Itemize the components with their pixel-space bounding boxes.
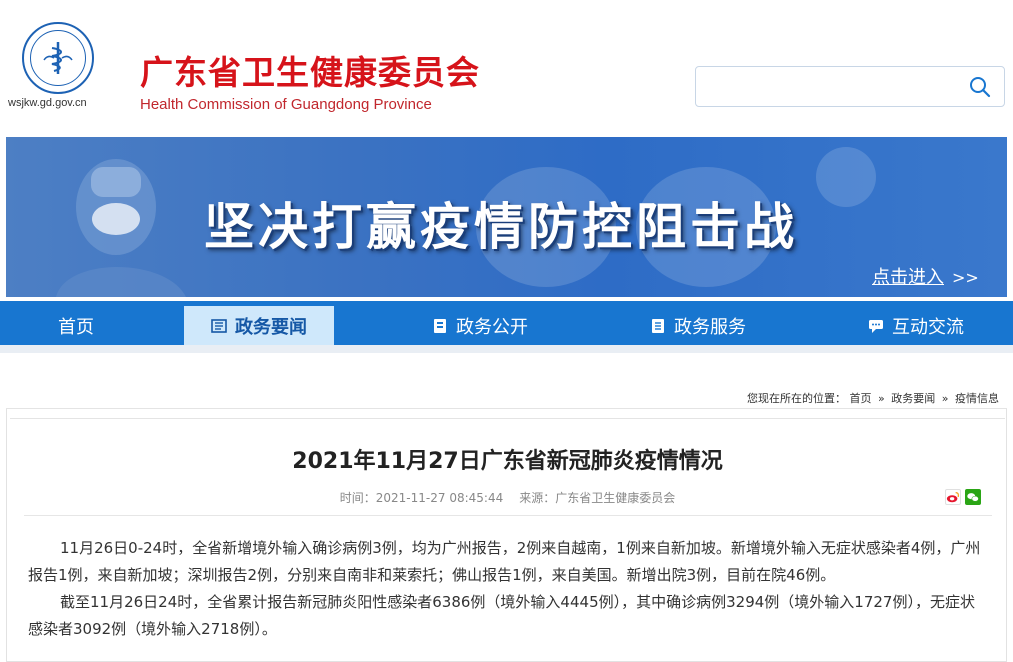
site-subtitle: Health Commission of Guangdong Province xyxy=(140,96,432,113)
nav-item-label: 互动交流 xyxy=(892,316,964,338)
search-icon[interactable] xyxy=(968,75,992,99)
wechat-icon[interactable] xyxy=(965,489,981,505)
time-value: 2021-11-27 08:45:44 xyxy=(375,491,504,505)
main-nav: 首页 政务要闻 政务公开 政务服务 互动交流 xyxy=(0,301,1013,345)
search-input[interactable] xyxy=(696,67,956,106)
medical-worker-illustration xyxy=(56,159,186,297)
breadcrumb-home[interactable]: 首页 xyxy=(850,392,872,405)
breadcrumb: 您现在所在的位置： 首页 » 政务要闻 » 疫情信息 xyxy=(747,390,999,406)
commission-logo[interactable] xyxy=(22,22,94,94)
site-header: wsjkw.gd.gov.cn 广东省卫生健康委员会 Health Commis… xyxy=(0,0,1013,130)
nav-item-interaction[interactable]: 互动交流 xyxy=(846,306,986,345)
epidemic-banner[interactable]: 坚决打赢疫情防控阻击战 点击进入 >> xyxy=(6,137,1007,297)
share-buttons xyxy=(945,489,981,505)
breadcrumb-bar: 您现在所在的位置： 首页 » 政务要闻 » 疫情信息 xyxy=(6,357,1007,409)
meta-divider xyxy=(24,515,992,516)
breadcrumb-separator: » xyxy=(878,392,885,405)
nav-item-label: 政务公开 xyxy=(456,316,528,338)
logo-inner-ring xyxy=(30,30,86,86)
article: 2021年11月27日广东省新冠肺炎疫情情况 时间：2021-11-27 08:… xyxy=(10,418,1005,662)
nav-item-label: 首页 xyxy=(58,316,94,338)
book-icon xyxy=(434,318,446,333)
nav-item-home[interactable]: 首页 xyxy=(0,306,152,345)
site-title[interactable]: 广东省卫生健康委员会 xyxy=(140,46,480,94)
double-chevron-right-icon: >> xyxy=(952,268,979,287)
banner-slogan: 坚决打赢疫情防控阻击战 xyxy=(204,198,798,256)
article-paragraph: 11月26日0-24时，全省新增境外输入确诊病例3例，均为广州报告，2例来自越南… xyxy=(28,539,981,584)
article-paragraph: 截至11月26日24时，全省累计报告新冠肺炎阳性感染者6386例（境外输入444… xyxy=(28,593,975,638)
time-label: 时间： xyxy=(339,491,376,505)
site-domain: wsjkw.gd.gov.cn xyxy=(8,97,87,109)
news-icon xyxy=(211,318,227,333)
search-box xyxy=(695,66,1005,107)
article-title: 2021年11月27日广东省新冠肺炎疫情情况 xyxy=(292,449,723,474)
article-meta: 时间：2021-11-27 08:45:44 来源：广东省卫生健康委员会 xyxy=(10,489,1005,506)
nav-item-services[interactable]: 政务服务 xyxy=(628,306,768,345)
banner-enter-label: 点击进入 xyxy=(872,267,944,288)
source-label: 来源： xyxy=(519,491,556,505)
nav-item-news[interactable]: 政务要闻 xyxy=(184,306,334,345)
weibo-icon[interactable] xyxy=(945,489,961,505)
nav-divider xyxy=(0,345,1013,353)
breadcrumb-epidemic-info[interactable]: 疫情信息 xyxy=(955,392,999,405)
breadcrumb-news[interactable]: 政务要闻 xyxy=(891,392,935,405)
chat-icon xyxy=(869,319,883,333)
staff-of-asclepius-icon xyxy=(43,42,73,74)
breadcrumb-prefix: 您现在所在的位置： xyxy=(747,392,847,405)
breadcrumb-separator: » xyxy=(941,392,949,405)
nav-item-label: 政务要闻 xyxy=(235,316,307,338)
nav-item-open-affairs[interactable]: 政务公开 xyxy=(410,306,550,345)
source-value: 广东省卫生健康委员会 xyxy=(555,491,676,505)
nav-item-label: 政务服务 xyxy=(674,316,746,338)
document-icon xyxy=(652,318,664,333)
banner-enter-link[interactable]: 点击进入 >> xyxy=(872,263,979,289)
